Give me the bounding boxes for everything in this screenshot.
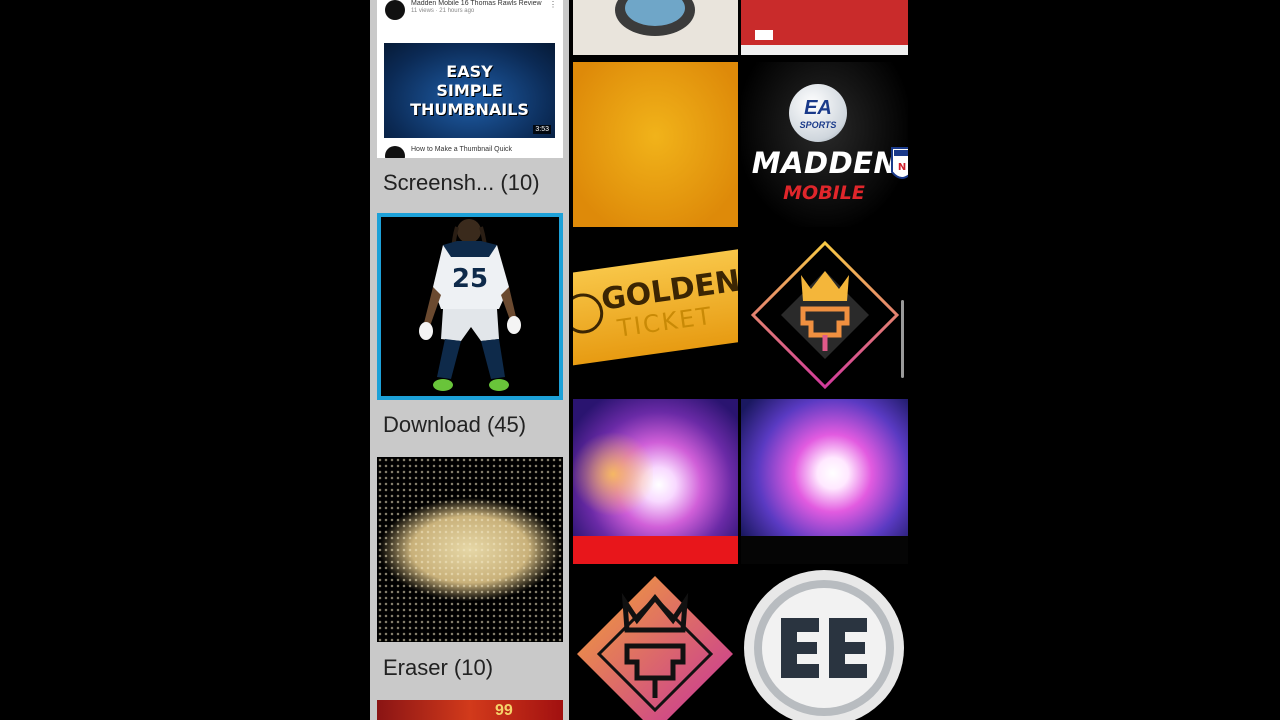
- album-label-download[interactable]: Download (45): [383, 412, 526, 438]
- thumbnail-line: SIMPLE: [436, 81, 503, 100]
- album-list[interactable]: Madden Mobile 16 Thomas Rawls Review 11 …: [370, 0, 569, 720]
- madden-subtitle: MOBILE: [783, 182, 865, 204]
- album-thumb-next[interactable]: 99: [377, 700, 563, 720]
- video-thumbnail: EASY SIMPLE THUMBNAILS 3:53: [384, 43, 555, 138]
- camera-lens-icon: [615, 0, 695, 36]
- photo-red-banner[interactable]: [741, 0, 908, 55]
- ee-emblem-icon: [744, 570, 904, 720]
- card-icon: [755, 30, 773, 40]
- football-player-image: 25: [419, 219, 521, 391]
- jersey-number: 25: [452, 264, 488, 294]
- madden-title: MADDEN: [751, 146, 899, 180]
- album-thumb-download[interactable]: 25: [377, 213, 563, 400]
- bracket-crown-icon: [750, 240, 900, 390]
- bracket-crown-icon: [577, 576, 733, 720]
- photo-emblem[interactable]: [741, 568, 908, 720]
- photo-burst-red[interactable]: [573, 399, 738, 564]
- photo-camera-icon[interactable]: [573, 0, 738, 55]
- gallery-screen: Madden Mobile 16 Thomas Rawls Review 11 …: [370, 0, 910, 720]
- album-thumb-screenshots[interactable]: Madden Mobile 16 Thomas Rawls Review 11 …: [377, 0, 563, 158]
- more-icon: ⋮: [549, 0, 557, 9]
- photo-madden-mobile[interactable]: EA SPORTS MADDEN MOBILE N: [741, 62, 908, 227]
- golden-ticket-image: GOLDEN TICKET: [573, 246, 738, 368]
- video-title: Madden Mobile 16 Thomas Rawls Review: [411, 0, 542, 7]
- photo-burst-dark[interactable]: [741, 399, 908, 564]
- ea-sports-logo: EA SPORTS: [789, 84, 847, 142]
- photo-orange[interactable]: [573, 62, 738, 227]
- album-thumb-eraser[interactable]: [377, 457, 563, 642]
- channel-avatar: [385, 146, 405, 158]
- crowd-image: [377, 457, 563, 642]
- photo-golden-ticket[interactable]: GOLDEN TICKET: [573, 231, 738, 395]
- video-title: How to Make a Thumbnail Quick: [411, 146, 513, 153]
- card-rating: 99: [495, 702, 513, 719]
- video-meta: 11 views · 21 hours ago: [411, 8, 475, 14]
- thumbnail-line: THUMBNAILS: [410, 100, 529, 119]
- album-label-screenshots[interactable]: Screensh... (10): [383, 170, 540, 196]
- grid-scrollbar[interactable]: [901, 300, 904, 378]
- video-duration: 3:53: [533, 125, 551, 134]
- album-label-eraser[interactable]: Eraser (10): [383, 655, 493, 681]
- photo-grid[interactable]: EA SPORTS MADDEN MOBILE N GOLDEN TICKET: [572, 0, 910, 720]
- thumbnail-line: EASY: [446, 62, 493, 81]
- channel-avatar: [385, 0, 405, 20]
- svg-text:N: N: [898, 162, 906, 173]
- nfl-shield-icon: N: [891, 147, 908, 179]
- photo-tournament-icon[interactable]: [741, 231, 908, 395]
- photo-tournament-icon-large[interactable]: [573, 568, 738, 720]
